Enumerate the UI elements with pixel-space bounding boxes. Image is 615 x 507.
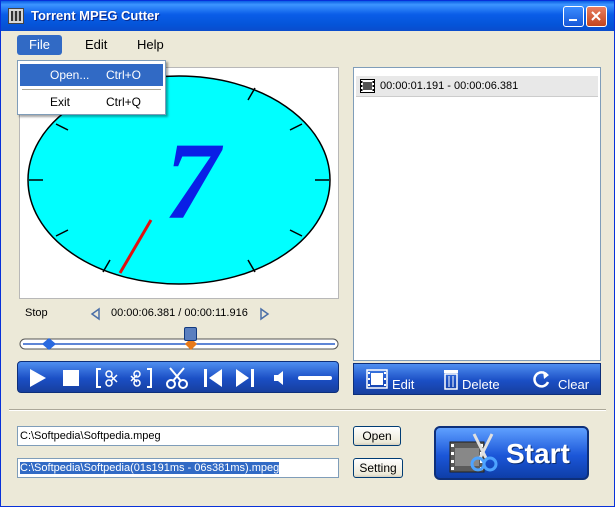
section-divider <box>9 409 606 411</box>
start-label: Start <box>506 438 570 469</box>
volume-slider[interactable] <box>298 376 332 380</box>
input-file-field[interactable]: C:\Softpedia\Softpedia.mpeg <box>17 426 339 446</box>
menu-open-shortcut: Ctrl+O <box>106 68 142 82</box>
film-icon <box>360 79 375 93</box>
input-file-path: C:\Softpedia\Softpedia.mpeg <box>20 430 161 442</box>
menu-help[interactable]: Help <box>129 35 172 55</box>
clear-segments-button[interactable]: Clear <box>530 368 596 392</box>
refresh-icon <box>533 371 550 388</box>
film-edit-icon <box>366 369 388 389</box>
stop-icon[interactable] <box>58 365 84 391</box>
menu-bar: File Edit Help <box>1 31 614 59</box>
seek-thumb[interactable] <box>184 327 197 341</box>
segment-toolbar: Edit Delete Clear <box>353 363 601 395</box>
play-icon[interactable] <box>24 365 50 391</box>
app-film-icon <box>8 8 24 24</box>
minimize-icon <box>569 19 577 21</box>
clear-label: Clear <box>558 377 590 392</box>
segment-list: 00:00:01.191 - 00:00:06.381 <box>353 67 601 361</box>
mark-out-icon[interactable] <box>128 365 154 391</box>
main-window: Torrent MPEG Cutter File Edit Help 7 Sto… <box>0 0 615 507</box>
open-file-button[interactable]: Open <box>353 426 401 446</box>
output-file-path: C:\Softpedia\Softpedia(01s191ms - 06s381… <box>20 462 280 474</box>
step-back-icon[interactable] <box>89 307 103 321</box>
go-to-start-icon[interactable] <box>200 365 226 391</box>
player-status-bar: Stop 00:00:06.381 / 00:00:11.916 <box>19 301 339 327</box>
step-forward-icon[interactable] <box>257 307 271 321</box>
menu-file[interactable]: File <box>17 35 62 55</box>
start-button[interactable]: Start <box>434 426 589 480</box>
delete-label: Delete <box>462 377 500 392</box>
close-button[interactable] <box>586 6 607 27</box>
mark-in-icon[interactable] <box>94 365 120 391</box>
menu-exit-shortcut: Ctrl+Q <box>106 95 142 109</box>
film-scissors-icon <box>449 433 498 473</box>
seek-slider[interactable] <box>19 327 339 352</box>
segment-row[interactable]: 00:00:01.191 - 00:00:06.381 <box>356 76 598 97</box>
player-controls <box>17 361 339 393</box>
volume-icon[interactable] <box>270 365 296 391</box>
cut-scissors-icon[interactable] <box>164 365 190 391</box>
seek-track <box>19 338 339 350</box>
close-icon <box>591 11 601 21</box>
menu-open-label: Open... <box>50 68 90 82</box>
minimize-button[interactable] <box>563 6 584 27</box>
playback-status: Stop <box>25 307 48 319</box>
menu-separator <box>22 89 161 90</box>
menu-exit-label: Exit <box>50 95 71 109</box>
edit-label: Edit <box>392 377 415 392</box>
title-bar[interactable]: Torrent MPEG Cutter <box>1 1 614 31</box>
setting-button[interactable]: Setting <box>353 458 403 478</box>
file-menu-dropdown: Open... Ctrl+O Exit Ctrl+Q <box>17 60 166 115</box>
go-to-end-icon[interactable] <box>232 365 258 391</box>
trash-icon <box>444 370 458 390</box>
edit-segment-button[interactable]: Edit <box>366 368 426 392</box>
menu-open-item[interactable]: Open... Ctrl+O <box>20 64 163 86</box>
menu-edit[interactable]: Edit <box>77 35 115 55</box>
delete-segment-button[interactable]: Delete <box>440 368 510 392</box>
segment-range: 00:00:01.191 - 00:00:06.381 <box>380 80 519 92</box>
menu-exit-item[interactable]: Exit Ctrl+Q <box>20 91 163 113</box>
clock-digit: 7 <box>165 120 224 242</box>
window-title: Torrent MPEG Cutter <box>31 8 160 23</box>
time-display: 00:00:06.381 / 00:00:11.916 <box>111 307 248 319</box>
output-file-field[interactable]: C:\Softpedia\Softpedia(01s191ms - 06s381… <box>17 458 339 478</box>
